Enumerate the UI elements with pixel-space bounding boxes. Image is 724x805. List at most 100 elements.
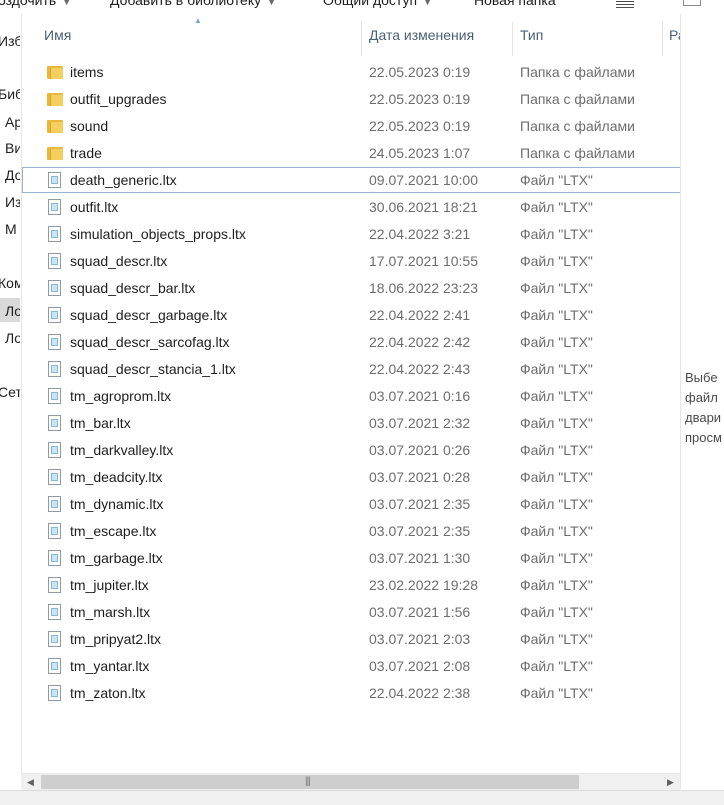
file-date: 17.07.2021 10:55: [369, 253, 478, 269]
table-row[interactable]: death_generic.ltx 09.07.2021 10:00 Файл "L…: [22, 167, 681, 193]
file-date: 22.04.2022 2:38: [369, 685, 471, 701]
file-date: 09.07.2021 10:00: [369, 172, 478, 188]
nav-item-music[interactable]: М: [5, 221, 17, 237]
file-name: items: [70, 64, 104, 80]
file-name: tm_deadcity.ltx: [70, 469, 163, 485]
status-bar: [0, 790, 724, 805]
table-row[interactable]: tm_garbage.ltx 03.07.2021 1:30 Файл "LTX": [22, 545, 681, 571]
table-row[interactable]: tm_jupiter.ltx 23.02.2022 19:28 Файл "LTX": [22, 572, 681, 598]
table-row[interactable]: tm_dynamic.ltx 03.07.2021 2:35 Файл "LTX": [22, 491, 681, 517]
table-row[interactable]: items 22.05.2023 0:19 Папка с файлами: [22, 59, 681, 85]
preview-pane: Выбе файл двари просм: [680, 14, 724, 789]
file-date: 22.05.2023 0:19: [369, 91, 471, 107]
toolbar-share-button[interactable]: Общий доступ ▼: [323, 0, 432, 8]
toolbar-organize-button[interactable]: оздочить ▼: [0, 0, 71, 8]
nav-item-documents[interactable]: До: [5, 167, 20, 183]
table-row[interactable]: squad_descr.ltx 17.07.2021 10:55 Файл "LTX…: [22, 248, 681, 274]
file-type: Файл "LTX": [520, 307, 593, 323]
column-header-date[interactable]: Дата изменения: [369, 27, 474, 43]
table-row[interactable]: tm_zaton.ltx 22.04.2022 2:38 Файл "LTX": [22, 680, 681, 706]
file-icon: [47, 226, 63, 242]
file-icon: [47, 253, 63, 269]
table-row[interactable]: tm_bar.ltx 03.07.2021 2:32 Файл "LTX": [22, 410, 681, 436]
file-icon: [47, 469, 63, 485]
file-name: tm_garbage.ltx: [70, 550, 163, 566]
table-row[interactable]: tm_deadcity.ltx 03.07.2021 0:28 Файл "LTX": [22, 464, 681, 490]
nav-item-images[interactable]: Из: [5, 194, 20, 210]
file-name: outfit_upgrades: [70, 91, 167, 107]
table-row[interactable]: tm_agroprom.ltx 03.07.2021 0:16 Файл "LTX": [22, 383, 681, 409]
file-date: 22.04.2022 2:43: [369, 361, 471, 377]
chevron-down-icon: ▼: [267, 0, 277, 7]
view-options-icon[interactable]: [616, 0, 634, 8]
file-type: Папка с файлами: [520, 64, 635, 80]
scroll-left-arrow-icon[interactable]: ◀: [27, 777, 34, 788]
file-type: Файл "LTX": [520, 442, 593, 458]
file-type: Файл "LTX": [520, 415, 593, 431]
table-row[interactable]: tm_pripyat2.ltx 03.07.2021 2:03 Файл "LTX": [22, 626, 681, 652]
table-row[interactable]: squad_descr_stancia_1.ltx 22.04.2022 2:43…: [22, 356, 681, 382]
command-bar: оздочить ▼ Добавить в библиотеку ▼ Общий д…: [0, 0, 724, 14]
table-row[interactable]: simulation_objects_props.ltx 22.04.2022 3…: [22, 221, 681, 247]
nav-item-favorites[interactable]: Изб: [0, 33, 20, 49]
file-icon: [47, 604, 63, 620]
file-icon: [47, 199, 63, 215]
nav-item-local-disk-2[interactable]: Ло: [5, 330, 20, 346]
column-header-type[interactable]: Тип: [520, 27, 543, 43]
nav-item-network[interactable]: Сет: [0, 384, 20, 400]
table-row[interactable]: outfit_upgrades 22.05.2023 0:19 Папка с фа…: [22, 86, 681, 112]
nav-item-archive[interactable]: Ар: [5, 114, 20, 130]
column-divider[interactable]: [512, 22, 513, 56]
column-divider[interactable]: [662, 22, 663, 56]
file-date: 03.07.2021 1:56: [369, 604, 471, 620]
file-type: Файл "LTX": [520, 631, 593, 647]
file-date: 03.07.2021 2:32: [369, 415, 471, 431]
file-name: tm_dynamic.ltx: [70, 496, 164, 512]
nav-item-computer[interactable]: Ком: [0, 275, 20, 291]
file-date: 24.05.2023 1:07: [369, 145, 471, 161]
folder-icon: [47, 145, 63, 161]
column-divider[interactable]: [361, 22, 362, 56]
table-row[interactable]: outfit.ltx 30.06.2021 18:21 Файл "LTX": [22, 194, 681, 220]
table-row[interactable]: tm_marsh.ltx 03.07.2021 1:56 Файл "LTX": [22, 599, 681, 625]
preview-pane-icon[interactable]: [683, 0, 701, 6]
file-icon: [47, 388, 63, 404]
table-row[interactable]: tm_escape.ltx 03.07.2021 2:35 Файл "LTX": [22, 518, 681, 544]
table-row[interactable]: squad_descr_garbage.ltx 22.04.2022 2:41 Фа…: [22, 302, 681, 328]
preview-line: двари: [685, 410, 722, 425]
file-name: tm_zaton.ltx: [70, 685, 146, 701]
file-name: outfit.ltx: [70, 199, 119, 215]
scroll-right-arrow-icon[interactable]: ▶: [667, 777, 674, 788]
toolbar-add-to-library-button[interactable]: Добавить в библиотеку ▼: [110, 0, 276, 8]
file-name: death_generic.ltx: [70, 172, 177, 188]
file-name: squad_descr_garbage.ltx: [70, 307, 228, 323]
file-type: Папка с файлами: [520, 118, 635, 134]
horizontal-scrollbar[interactable]: ◀ ||| ▶: [21, 773, 680, 790]
file-name: tm_pripyat2.ltx: [70, 631, 162, 647]
file-type: Файл "LTX": [520, 172, 593, 188]
file-icon: [47, 415, 63, 431]
chevron-down-icon: ▼: [62, 0, 72, 7]
scrollbar-thumb[interactable]: |||: [41, 775, 579, 789]
file-type: Файл "LTX": [520, 658, 593, 674]
toolbar-new-folder-button[interactable]: Новая папка: [474, 0, 556, 8]
file-date: 03.07.2021 1:30: [369, 550, 471, 566]
table-row[interactable]: trade 24.05.2023 1:07 Папка с файлами: [22, 140, 681, 166]
table-row[interactable]: squad_descr_bar.ltx 18.06.2022 23:23 Файл …: [22, 275, 681, 301]
file-type: Файл "LTX": [520, 523, 593, 539]
file-date: 03.07.2021 2:08: [369, 658, 471, 674]
chevron-down-icon: ▼: [423, 0, 432, 7]
table-row[interactable]: squad_descr_sarcofag.ltx 22.04.2022 2:42 Ф…: [22, 329, 681, 355]
file-date: 30.06.2021 18:21: [369, 199, 478, 215]
file-type: Файл "LTX": [520, 253, 593, 269]
folder-icon: [47, 91, 63, 107]
table-row[interactable]: tm_yantar.ltx 03.07.2021 2:08 Файл "LTX": [22, 653, 681, 679]
table-row[interactable]: tm_darkvalley.ltx 03.07.2021 0:26 Файл "LT…: [22, 437, 681, 463]
table-row[interactable]: sound 22.05.2023 0:19 Папка с файлами: [22, 113, 681, 139]
nav-item-libraries[interactable]: Биб: [0, 86, 20, 102]
file-type: Файл "LTX": [520, 226, 593, 242]
nav-item-local-disk-1[interactable]: Ло: [5, 303, 20, 319]
column-header-name[interactable]: Имя: [44, 27, 71, 43]
sort-ascending-icon: ▲: [194, 16, 202, 25]
nav-item-video[interactable]: Ви: [5, 140, 20, 156]
